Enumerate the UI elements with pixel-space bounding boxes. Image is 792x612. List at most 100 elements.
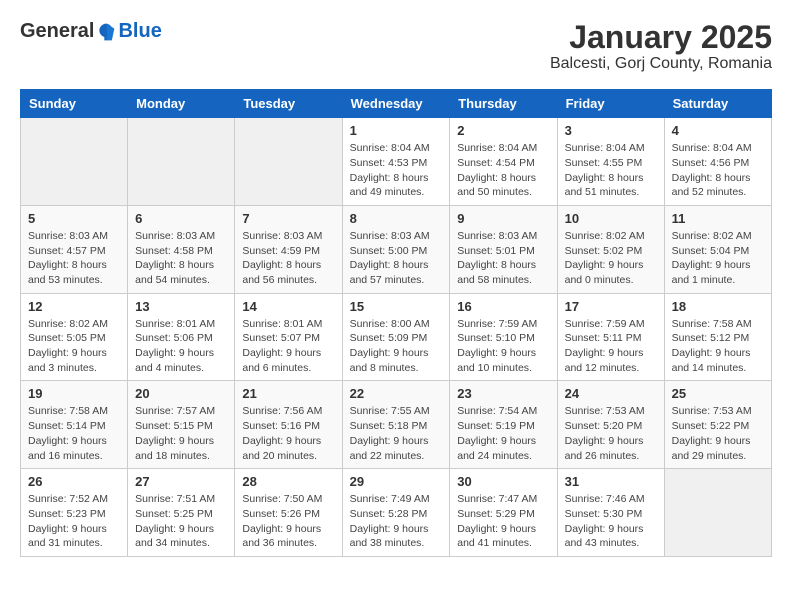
- day-info: Sunrise: 7:53 AM Sunset: 5:20 PM Dayligh…: [565, 404, 657, 463]
- day-number: 6: [135, 211, 227, 226]
- day-number: 4: [672, 123, 764, 138]
- day-info: Sunrise: 7:59 AM Sunset: 5:11 PM Dayligh…: [565, 317, 657, 376]
- calendar-cell: 15 Sunrise: 8:00 AM Sunset: 5:09 PM Dayli…: [342, 293, 450, 381]
- logo-icon: [96, 22, 116, 42]
- calendar-cell: 9Sunrise: 8:03 AM Sunset: 5:01 PM Daylig…: [450, 205, 557, 293]
- day-number: 13: [135, 299, 227, 314]
- calendar-cell: 31 Sunrise: 7:46 AM Sunset: 5:30 PM Dayli…: [557, 469, 664, 557]
- day-info: Sunrise: 7:58 AM Sunset: 5:14 PM Dayligh…: [28, 404, 120, 463]
- calendar-cell: 27Sunrise: 7:51 AM Sunset: 5:25 PM Dayli…: [128, 469, 235, 557]
- day-info: Sunrise: 8:03 AM Sunset: 5:00 PM Dayligh…: [350, 229, 443, 288]
- calendar-cell: 28Sunrise: 7:50 AM Sunset: 5:26 PM Dayli…: [235, 469, 342, 557]
- day-number: 9: [457, 211, 549, 226]
- day-info: Sunrise: 8:04 AM Sunset: 4:55 PM Dayligh…: [565, 141, 657, 200]
- day-number: 26: [28, 474, 120, 489]
- day-number: 14: [242, 299, 334, 314]
- day-number: 18: [672, 299, 764, 314]
- page-header: General Blue January 2025 Balcesti, Gorj…: [20, 20, 772, 73]
- day-info: Sunrise: 8:03 AM Sunset: 4:59 PM Dayligh…: [242, 229, 334, 288]
- day-number: 27: [135, 474, 227, 489]
- calendar-cell: 11Sunrise: 8:02 AM Sunset: 5:04 PM Dayli…: [664, 205, 771, 293]
- day-number: 17: [565, 299, 657, 314]
- calendar-week-4: 19 Sunrise: 7:58 AM Sunset: 5:14 PM Dayli…: [21, 381, 772, 469]
- day-info: Sunrise: 8:01 AM Sunset: 5:06 PM Dayligh…: [135, 317, 227, 376]
- calendar-week-3: 12 Sunrise: 8:02 AM Sunset: 5:05 PM Dayli…: [21, 293, 772, 381]
- calendar-week-2: 5Sunrise: 8:03 AM Sunset: 4:57 PM Daylig…: [21, 205, 772, 293]
- day-number: 21: [242, 386, 334, 401]
- calendar-cell: 22Sunrise: 7:55 AM Sunset: 5:18 PM Dayli…: [342, 381, 450, 469]
- calendar-table: SundayMondayTuesdayWednesdayThursdayFrid…: [20, 89, 772, 557]
- weekday-header-row: SundayMondayTuesdayWednesdayThursdayFrid…: [21, 90, 772, 118]
- calendar-cell: 17 Sunrise: 7:59 AM Sunset: 5:11 PM Dayli…: [557, 293, 664, 381]
- weekday-header-friday: Friday: [557, 90, 664, 118]
- day-info: Sunrise: 8:03 AM Sunset: 4:58 PM Dayligh…: [135, 229, 227, 288]
- day-number: 12: [28, 299, 120, 314]
- calendar-cell: 29 Sunrise: 7:49 AM Sunset: 5:28 PM Dayli…: [342, 469, 450, 557]
- day-info: Sunrise: 8:04 AM Sunset: 4:53 PM Dayligh…: [350, 141, 443, 200]
- day-number: 19: [28, 386, 120, 401]
- calendar-cell: 7 Sunrise: 8:03 AM Sunset: 4:59 PM Daylig…: [235, 205, 342, 293]
- calendar-cell: 23 Sunrise: 7:54 AM Sunset: 5:19 PM Dayli…: [450, 381, 557, 469]
- calendar-cell: 10 Sunrise: 8:02 AM Sunset: 5:02 PM Dayli…: [557, 205, 664, 293]
- day-number: 25: [672, 386, 764, 401]
- day-number: 23: [457, 386, 549, 401]
- calendar-cell: [21, 118, 128, 206]
- day-info: Sunrise: 7:54 AM Sunset: 5:19 PM Dayligh…: [457, 404, 549, 463]
- calendar-cell: [128, 118, 235, 206]
- day-info: Sunrise: 7:46 AM Sunset: 5:30 PM Dayligh…: [565, 492, 657, 551]
- day-number: 16: [457, 299, 549, 314]
- calendar-cell: 13 Sunrise: 8:01 AM Sunset: 5:06 PM Dayli…: [128, 293, 235, 381]
- calendar-week-1: 1Sunrise: 8:04 AM Sunset: 4:53 PM Daylig…: [21, 118, 772, 206]
- calendar-cell: [235, 118, 342, 206]
- calendar-cell: 20Sunrise: 7:57 AM Sunset: 5:15 PM Dayli…: [128, 381, 235, 469]
- logo-general: General: [20, 20, 94, 43]
- calendar-week-5: 26 Sunrise: 7:52 AM Sunset: 5:23 PM Dayli…: [21, 469, 772, 557]
- day-info: Sunrise: 8:03 AM Sunset: 4:57 PM Dayligh…: [28, 229, 120, 288]
- day-number: 15: [350, 299, 443, 314]
- day-number: 11: [672, 211, 764, 226]
- weekday-header-sunday: Sunday: [21, 90, 128, 118]
- day-info: Sunrise: 7:58 AM Sunset: 5:12 PM Dayligh…: [672, 317, 764, 376]
- calendar-cell: 5Sunrise: 8:03 AM Sunset: 4:57 PM Daylig…: [21, 205, 128, 293]
- day-info: Sunrise: 8:02 AM Sunset: 5:05 PM Dayligh…: [28, 317, 120, 376]
- day-number: 24: [565, 386, 657, 401]
- calendar-cell: 1Sunrise: 8:04 AM Sunset: 4:53 PM Daylig…: [342, 118, 450, 206]
- day-number: 30: [457, 474, 549, 489]
- day-number: 29: [350, 474, 443, 489]
- weekday-header-monday: Monday: [128, 90, 235, 118]
- day-info: Sunrise: 8:01 AM Sunset: 5:07 PM Dayligh…: [242, 317, 334, 376]
- calendar-cell: 2 Sunrise: 8:04 AM Sunset: 4:54 PM Daylig…: [450, 118, 557, 206]
- weekday-header-saturday: Saturday: [664, 90, 771, 118]
- day-info: Sunrise: 7:47 AM Sunset: 5:29 PM Dayligh…: [457, 492, 549, 551]
- title-area: January 2025 Balcesti, Gorj County, Roma…: [550, 20, 772, 73]
- day-info: Sunrise: 7:55 AM Sunset: 5:18 PM Dayligh…: [350, 404, 443, 463]
- day-number: 7: [242, 211, 334, 226]
- day-number: 10: [565, 211, 657, 226]
- day-number: 3: [565, 123, 657, 138]
- day-info: Sunrise: 7:53 AM Sunset: 5:22 PM Dayligh…: [672, 404, 764, 463]
- day-info: Sunrise: 8:00 AM Sunset: 5:09 PM Dayligh…: [350, 317, 443, 376]
- calendar-cell: [664, 469, 771, 557]
- calendar-cell: 25 Sunrise: 7:53 AM Sunset: 5:22 PM Dayli…: [664, 381, 771, 469]
- day-info: Sunrise: 7:59 AM Sunset: 5:10 PM Dayligh…: [457, 317, 549, 376]
- calendar-cell: 14 Sunrise: 8:01 AM Sunset: 5:07 PM Dayli…: [235, 293, 342, 381]
- day-info: Sunrise: 7:56 AM Sunset: 5:16 PM Dayligh…: [242, 404, 334, 463]
- weekday-header-wednesday: Wednesday: [342, 90, 450, 118]
- logo: General Blue: [20, 20, 162, 43]
- page-subtitle: Balcesti, Gorj County, Romania: [550, 55, 772, 73]
- day-info: Sunrise: 8:04 AM Sunset: 4:54 PM Dayligh…: [457, 141, 549, 200]
- day-number: 28: [242, 474, 334, 489]
- day-info: Sunrise: 8:02 AM Sunset: 5:02 PM Dayligh…: [565, 229, 657, 288]
- day-number: 2: [457, 123, 549, 138]
- calendar-cell: 6 Sunrise: 8:03 AM Sunset: 4:58 PM Daylig…: [128, 205, 235, 293]
- day-number: 31: [565, 474, 657, 489]
- calendar-cell: 21 Sunrise: 7:56 AM Sunset: 5:16 PM Dayli…: [235, 381, 342, 469]
- day-number: 20: [135, 386, 227, 401]
- calendar-cell: 30 Sunrise: 7:47 AM Sunset: 5:29 PM Dayli…: [450, 469, 557, 557]
- day-info: Sunrise: 8:04 AM Sunset: 4:56 PM Dayligh…: [672, 141, 764, 200]
- day-info: Sunrise: 7:52 AM Sunset: 5:23 PM Dayligh…: [28, 492, 120, 551]
- calendar-cell: 18 Sunrise: 7:58 AM Sunset: 5:12 PM Dayli…: [664, 293, 771, 381]
- calendar-cell: 4 Sunrise: 8:04 AM Sunset: 4:56 PM Daylig…: [664, 118, 771, 206]
- day-info: Sunrise: 7:49 AM Sunset: 5:28 PM Dayligh…: [350, 492, 443, 551]
- calendar-cell: 19 Sunrise: 7:58 AM Sunset: 5:14 PM Dayli…: [21, 381, 128, 469]
